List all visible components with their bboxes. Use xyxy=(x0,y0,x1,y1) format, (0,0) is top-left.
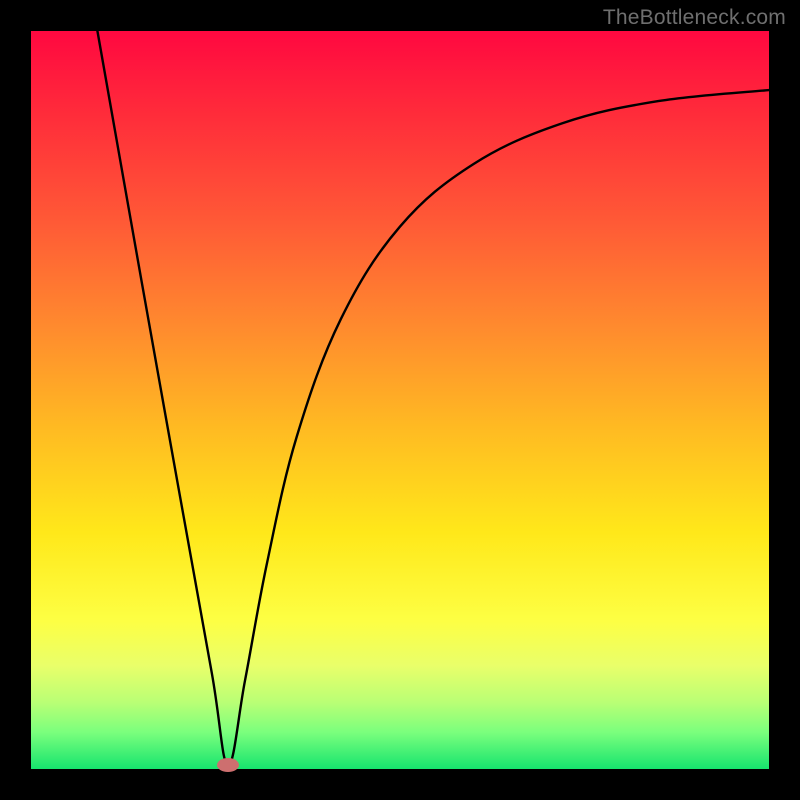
chart-frame: TheBottleneck.com xyxy=(0,0,800,800)
chart-plot-area xyxy=(31,31,769,769)
bottleneck-curve xyxy=(31,31,769,769)
watermark-text: TheBottleneck.com xyxy=(603,6,786,30)
minimum-marker xyxy=(217,758,239,772)
